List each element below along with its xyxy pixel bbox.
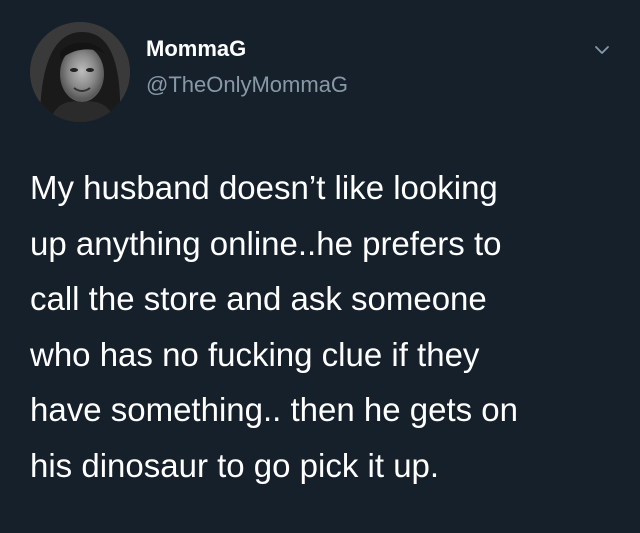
- tweet-text-line: have something.. then he gets on: [30, 391, 519, 428]
- tweet-text: My husband doesn’t like looking up anyth…: [30, 160, 620, 493]
- tweet-text-line: call the store and ask someone: [30, 280, 487, 317]
- avatar[interactable]: [30, 22, 130, 122]
- tweet-text-line: up anything online..he prefers to: [30, 224, 502, 262]
- chevron-down-icon[interactable]: [592, 40, 612, 60]
- tweet-text-line: his dinosaur to go pick it up.: [30, 446, 440, 484]
- display-name[interactable]: MommaG: [146, 36, 246, 62]
- tweet-text-line: My husband doesn’t like looking: [30, 169, 498, 206]
- user-handle[interactable]: @TheOnlyMommaG: [146, 72, 348, 98]
- profile-photo-icon: [30, 22, 130, 122]
- tweet-text-line: who has no fucking clue if they: [30, 335, 480, 373]
- tweet-card: MommaG @TheOnlyMommaG My husband doesn’t…: [0, 0, 640, 533]
